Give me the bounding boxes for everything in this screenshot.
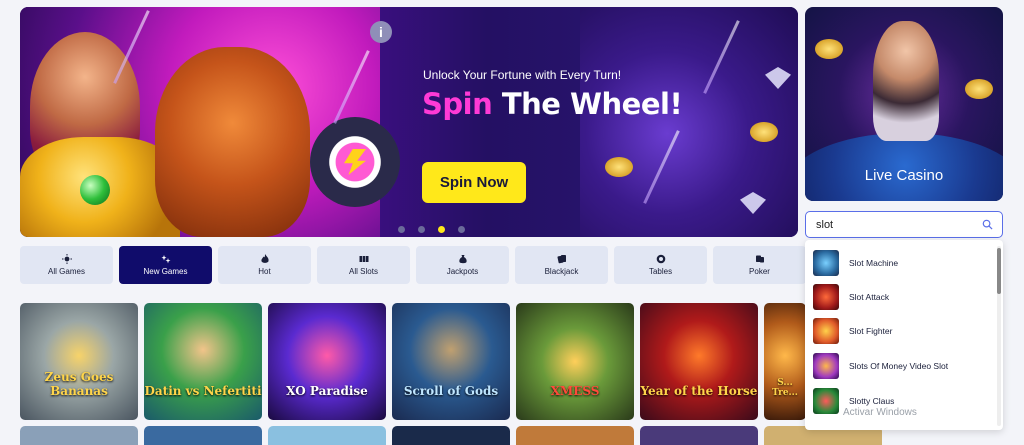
search-input[interactable]: [816, 217, 976, 233]
game-tile[interactable]: [268, 426, 386, 445]
tab-jackpots[interactable]: Jackpots: [416, 246, 509, 284]
sparkle-icon: [161, 255, 170, 264]
tab-blackjack[interactable]: Blackjack: [515, 246, 608, 284]
suggestion-thumbnail: [813, 284, 839, 310]
carousel-dot[interactable]: [458, 226, 465, 233]
windows-activation-watermark: Activar Windows: [843, 407, 917, 418]
chip-decoration: [965, 79, 993, 99]
search-suggestions-dropdown: Slot Machine Slot Attack Slot Fighter Sl…: [805, 240, 1003, 430]
carousel-dot[interactable]: [398, 226, 405, 233]
tab-label: Jackpots: [446, 267, 479, 276]
spin-now-button[interactable]: Spin Now: [422, 162, 526, 203]
game-tile[interactable]: [20, 426, 138, 445]
tab-new-games[interactable]: New Games: [119, 246, 212, 284]
chip-icon: [656, 254, 665, 264]
green-gem-image: [80, 175, 110, 205]
suggestion-item[interactable]: Slot Attack: [813, 283, 993, 311]
game-title: Year of the Horse: [640, 384, 758, 398]
suggestion-item[interactable]: Slot Fighter: [813, 317, 993, 345]
suggestion-item[interactable]: Slots Of Money Video Slot: [813, 352, 993, 380]
suggestion-label: Slots Of Money Video Slot: [849, 361, 949, 371]
hero-banner[interactable]: i Unlock Your Fortune with Every Turn! S…: [20, 7, 798, 237]
bison-character-image: [155, 47, 310, 237]
game-title: Zeus Goes Bananas: [44, 370, 114, 398]
game-tile[interactable]: Scroll of Gods: [392, 303, 510, 420]
tab-label: All Slots: [349, 267, 378, 276]
tab-poker[interactable]: Poker: [713, 246, 806, 284]
tab-label: Poker: [749, 267, 770, 276]
chip-decoration: [815, 39, 843, 59]
promo-subtitle: Unlock Your Fortune with Every Turn!: [423, 68, 622, 82]
game-title: XMESS: [550, 384, 600, 398]
cards-icon: [556, 255, 566, 264]
suggestion-label: Slotty Claus: [849, 396, 895, 406]
suggestion-thumbnail: [813, 353, 839, 379]
carousel-dot-active[interactable]: [438, 226, 445, 233]
game-tile[interactable]: Datin vs Nefertiti: [144, 303, 262, 420]
game-tile[interactable]: [516, 426, 634, 445]
game-title: Datin vs Nefertiti: [144, 384, 262, 398]
game-title: Scroll of Gods: [403, 384, 499, 398]
tab-label: All Games: [48, 267, 85, 276]
game-tile[interactable]: Year of the Horse: [640, 303, 758, 420]
game-tile[interactable]: [640, 426, 758, 445]
suggestion-thumbnail: [813, 250, 839, 276]
sun-icon: [61, 254, 72, 264]
dropdown-scrollbar-thumb[interactable]: [997, 248, 1001, 294]
game-tile[interactable]: Zeus Goes Bananas: [20, 303, 138, 420]
carousel-dots: [398, 226, 465, 233]
tab-all-games[interactable]: All Games: [20, 246, 113, 284]
money-bag-icon: [458, 255, 467, 264]
suggestion-thumbnail: [813, 388, 839, 414]
game-grid: Zeus Goes Bananas Datin vs Nefertiti XO …: [20, 303, 806, 420]
game-tile[interactable]: S... Tre...: [764, 303, 806, 420]
suggestion-item[interactable]: Slot Machine: [813, 249, 993, 277]
live-casino-card[interactable]: Live Casino: [805, 7, 1003, 201]
game-tile[interactable]: XMESS: [516, 303, 634, 420]
coin-decoration: [750, 122, 778, 142]
game-tile[interactable]: [392, 426, 510, 445]
tab-label: New Games: [143, 267, 188, 276]
live-casino-label: Live Casino: [864, 167, 944, 184]
promo-title-accent: Spin: [422, 87, 493, 121]
poker-icon: [755, 255, 764, 263]
promo-title: Spin The Wheel!: [422, 87, 683, 121]
tab-hot[interactable]: Hot: [218, 246, 311, 284]
tab-label: Hot: [258, 267, 271, 276]
flame-icon: [260, 254, 269, 263]
suggestion-label: Slot Machine: [849, 258, 899, 268]
category-tabs: All Games New Games Hot All Slots Jackpo…: [20, 246, 806, 284]
coin-decoration: [605, 157, 633, 177]
game-title: XO Paradise: [286, 384, 368, 398]
suggestion-label: Slot Fighter: [849, 326, 893, 336]
info-button[interactable]: i: [370, 21, 392, 43]
tab-tables[interactable]: Tables: [614, 246, 707, 284]
game-tile[interactable]: XO Paradise: [268, 303, 386, 420]
slots-icon: [359, 256, 368, 262]
suggestion-thumbnail: [813, 318, 839, 344]
promo-title-rest: The Wheel!: [501, 87, 683, 121]
game-title: S... Tre...: [772, 378, 798, 398]
suggestion-label: Slot Attack: [849, 292, 890, 302]
search-icon[interactable]: [982, 219, 993, 230]
game-tile[interactable]: [144, 426, 262, 445]
tab-label: Tables: [648, 267, 673, 276]
dealer-image: [873, 21, 939, 141]
game-grid-row-2: [20, 426, 882, 445]
tab-label: Blackjack: [544, 267, 579, 276]
tab-all-slots[interactable]: All Slots: [317, 246, 410, 284]
carousel-dot[interactable]: [418, 226, 425, 233]
game-search-box[interactable]: [805, 211, 1003, 238]
